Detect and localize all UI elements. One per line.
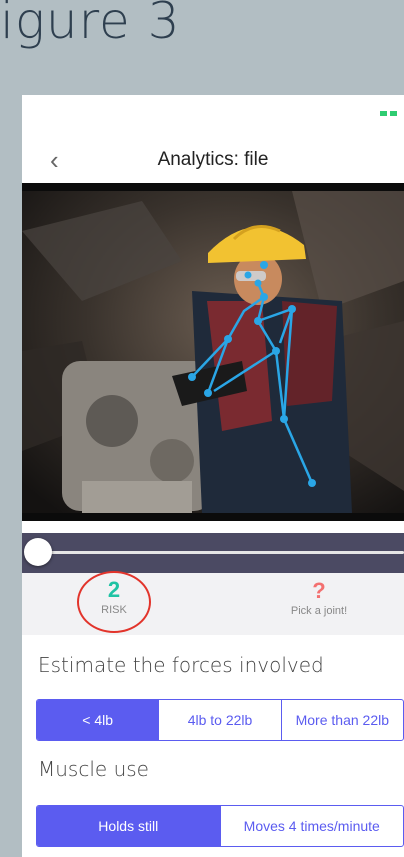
question-mark-icon: ? bbox=[312, 578, 326, 603]
page-title: Analytics: file bbox=[157, 149, 269, 170]
force-option-4-to-22lb[interactable]: 4lb to 22lb bbox=[158, 700, 280, 740]
highlight-circle bbox=[77, 571, 151, 633]
phone-screen: ‹ Analytics: file 2 RISK ? Pick a joint!… bbox=[22, 95, 404, 857]
timeline-track[interactable] bbox=[38, 551, 404, 554]
muscle-option-moves-4-per-minute[interactable]: Moves 4 times/minute bbox=[219, 806, 404, 846]
figure-title: igure 3 bbox=[0, 0, 181, 50]
forces-segmented-control: < 4lb 4lb to 22lb More than 22lb bbox=[36, 699, 404, 741]
muscle-segmented-control: Holds still Moves 4 times/minute bbox=[36, 805, 404, 847]
muscle-option-holds-still[interactable]: Holds still bbox=[37, 806, 220, 846]
force-option-over-22lb[interactable]: More than 22lb bbox=[280, 700, 403, 740]
video-player[interactable] bbox=[22, 183, 404, 521]
joint-prompt: Pick a joint! bbox=[290, 605, 348, 617]
joint-picker[interactable]: ? Pick a joint! bbox=[274, 578, 364, 618]
muscle-title: Muscle use bbox=[38, 757, 149, 781]
worker-photo bbox=[22, 191, 404, 513]
metrics-bar: 2 RISK ? Pick a joint! bbox=[22, 571, 404, 635]
nav-bar: ‹ Analytics: file bbox=[22, 139, 404, 181]
timeline-scrubber[interactable] bbox=[22, 533, 404, 573]
forces-title: Estimate the forces involved bbox=[38, 653, 324, 677]
force-option-under-4lb[interactable]: < 4lb bbox=[37, 700, 159, 740]
timeline-thumb[interactable] bbox=[24, 538, 52, 566]
pose-overlay bbox=[22, 191, 404, 513]
battery-icon bbox=[380, 109, 398, 119]
